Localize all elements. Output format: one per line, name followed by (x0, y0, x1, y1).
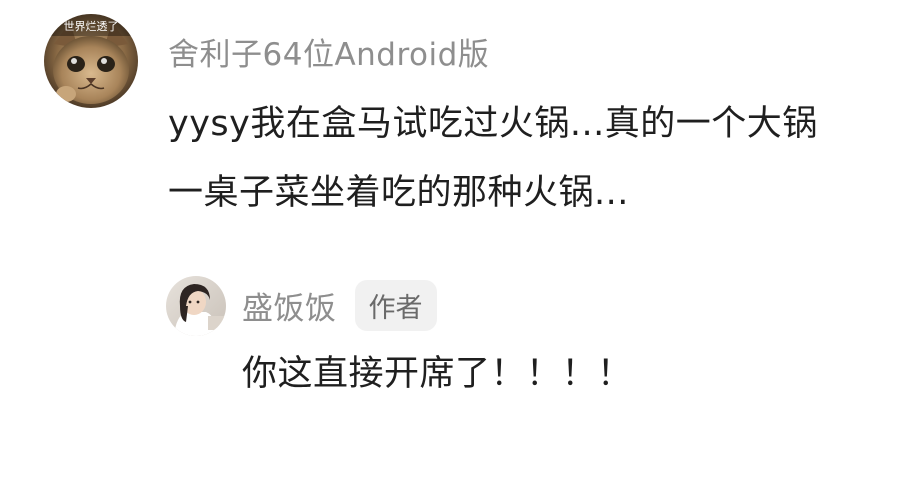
comment-line: 一桌子菜坐着吃的那种火锅... (168, 173, 629, 213)
username[interactable]: 盛饭饭 (242, 283, 337, 328)
author-badge: 作者 (354, 279, 437, 331)
cat-avatar-image: 世界烂透了 (44, 14, 138, 108)
comment-header: 舍利子64位Android版 (168, 28, 489, 74)
avatar[interactable] (166, 276, 226, 336)
comment-line: yysy我在盒马试吃过火锅...真的一个大锅 (168, 104, 818, 144)
comment-text: yysy我在盒马试吃过火锅...真的一个大锅 一桌子菜坐着吃的那种火锅... (168, 90, 904, 228)
comment-header: 盛饭饭 作者 (242, 279, 437, 331)
username[interactable]: 舍利子64位Android版 (168, 29, 489, 74)
comment-text: 你这直接开席了！！！！ (242, 340, 862, 409)
avatar[interactable]: 世界烂透了 (44, 14, 138, 108)
avatar-overlay-text: 世界烂透了 (64, 20, 119, 33)
comment-line: 你这直接开席了！！！！ (242, 354, 633, 394)
user-avatar-image (166, 276, 226, 336)
